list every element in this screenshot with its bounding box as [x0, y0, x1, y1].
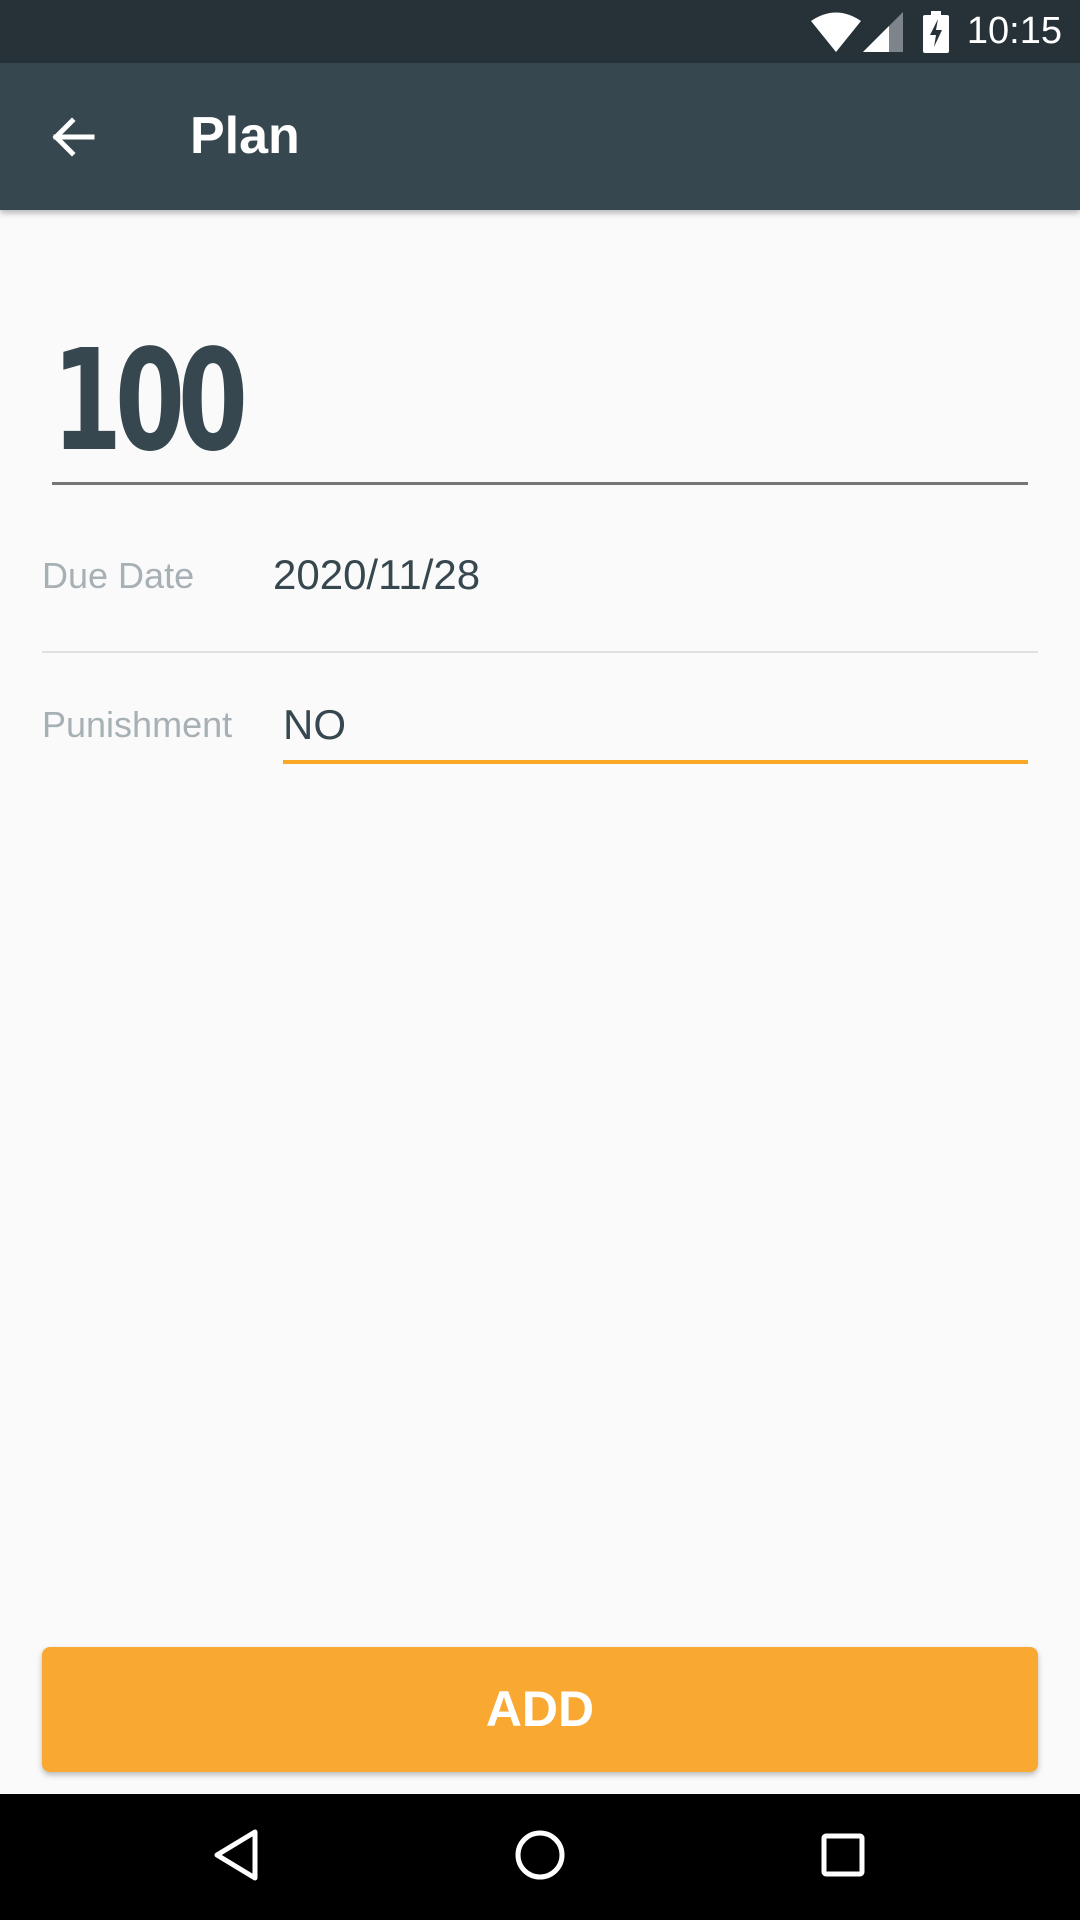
status-bar: 10:15 [0, 0, 1080, 63]
nav-back-icon [211, 1828, 261, 1887]
add-button[interactable]: ADD [42, 1647, 1038, 1772]
app-bar: Plan [0, 63, 1080, 210]
punishment-label: Punishment [42, 704, 233, 745]
amount-field[interactable]: 100 [52, 330, 1028, 485]
amount-value: 100 [52, 320, 248, 483]
nav-back-button[interactable] [203, 1824, 269, 1890]
nav-recents-icon [819, 1831, 867, 1884]
status-time: 10:15 [966, 10, 1062, 52]
status-icons: 10:15 [810, 0, 1062, 63]
divider [42, 651, 1038, 653]
battery-charging-icon [922, 10, 949, 53]
plan-screen: 10:15 Plan 100 Due Date 2020/11/28 Punis… [0, 0, 1080, 1920]
due-date-value[interactable]: 2020/11/28 [273, 551, 480, 599]
navigation-bar [0, 1794, 1080, 1920]
nav-home-button[interactable] [507, 1824, 573, 1890]
arrow-back-icon [48, 113, 96, 166]
nav-home-icon [513, 1828, 567, 1887]
page-title: Plan [190, 107, 300, 165]
due-date-label: Due Date [42, 555, 195, 596]
back-button[interactable] [36, 103, 108, 175]
nav-recents-button[interactable] [810, 1824, 876, 1890]
punishment-input[interactable] [283, 690, 1028, 764]
wifi-icon [810, 12, 861, 52]
signal-icon [862, 11, 903, 52]
